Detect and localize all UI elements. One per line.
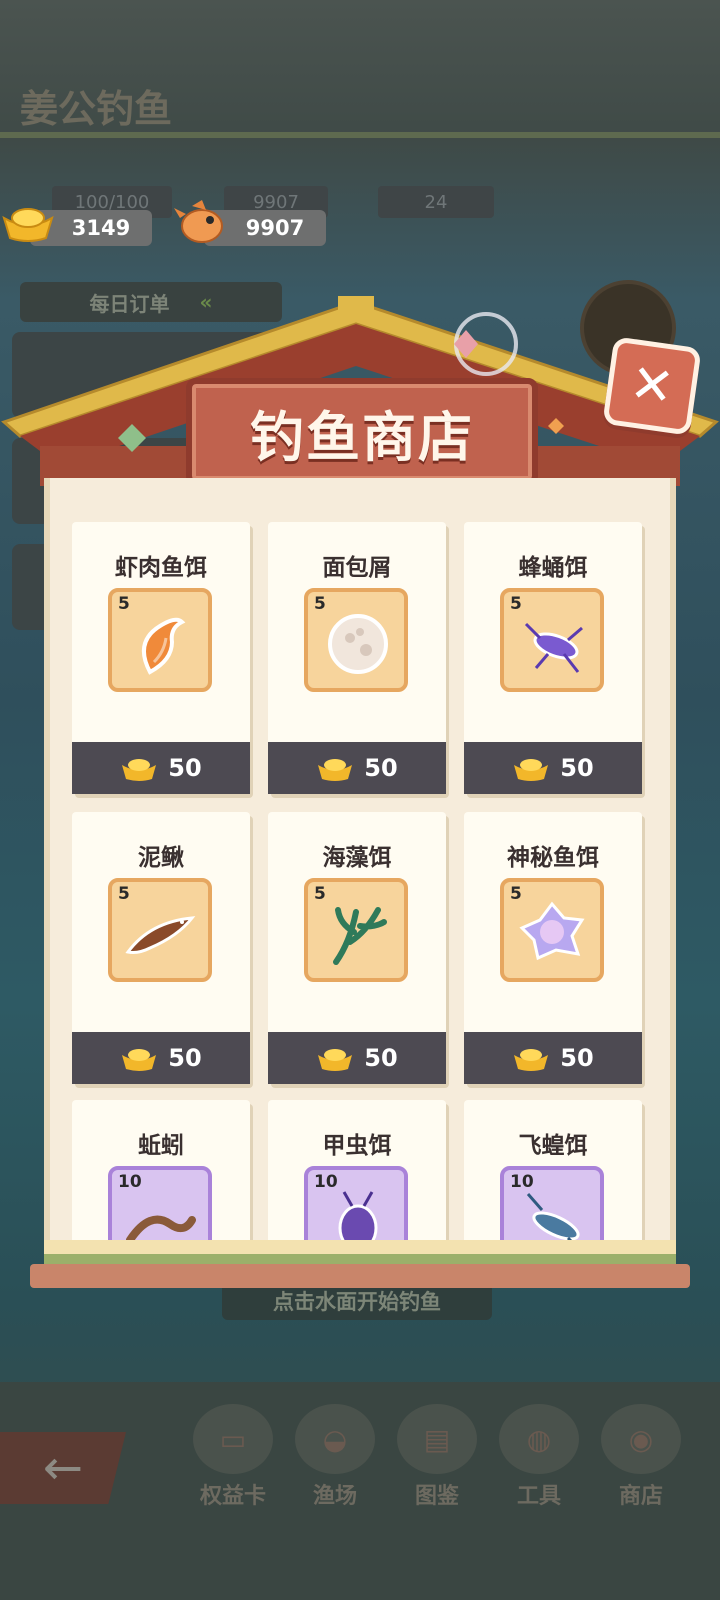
shop-item[interactable]: 泥鳅 5 50	[72, 812, 250, 1084]
title-divider	[0, 132, 720, 138]
item-tile: 5	[304, 588, 408, 692]
shop-item-grid[interactable]: 虾肉鱼饵 5 50 面包屑 5 50 蜂蛹饵 5 50 泥鳅 5 50 海藻饵 …	[44, 478, 676, 1248]
item-tile: 5	[108, 588, 212, 692]
pond-icon: ◒	[295, 1404, 375, 1474]
item-price-bar[interactable]: 50	[72, 742, 250, 794]
worm-icon	[126, 1215, 196, 1244]
shrimp-icon	[141, 617, 186, 675]
item-tile: 5	[304, 878, 408, 982]
item-tile: 5	[500, 878, 604, 982]
bee-pupa-icon	[524, 622, 583, 673]
beetle-icon	[338, 1191, 378, 1248]
nav-rights-card[interactable]: ▭ 权益卡	[188, 1404, 278, 1514]
shop-panel-base	[30, 1240, 690, 1288]
basket-icon: ◍	[499, 1404, 579, 1474]
back-button[interactable]: ←	[0, 1432, 126, 1504]
shop-item[interactable]: 蜂蛹饵 5 50	[464, 522, 642, 794]
shop-item[interactable]: 蚯蚓 10	[72, 1100, 250, 1248]
nav-fishing-ground[interactable]: ◒ 渔场	[290, 1404, 380, 1514]
shop-item[interactable]: 海藻饵 5 50	[268, 812, 446, 1084]
item-price-bar[interactable]: 50	[464, 742, 642, 794]
gold-ingot-icon	[122, 759, 157, 781]
gold-ingot-icon	[514, 1049, 549, 1071]
nav-collection[interactable]: ▤ 图鉴	[392, 1404, 482, 1514]
shop-item[interactable]: 飞蝗饵 10	[464, 1100, 642, 1248]
game-title: 姜公钓鱼	[20, 87, 173, 131]
gold-ingot-icon	[318, 759, 353, 781]
book-icon: ▤	[397, 1404, 477, 1474]
mystery-bait-icon	[519, 901, 585, 961]
locust-icon	[526, 1193, 581, 1248]
item-tile: 5	[500, 588, 604, 692]
shop-item[interactable]: 虾肉鱼饵 5 50	[72, 522, 250, 794]
shop-item[interactable]: 神秘鱼饵 5 50	[464, 812, 642, 1084]
item-tile: 5	[108, 878, 212, 982]
item-tile: 10	[108, 1166, 212, 1248]
close-icon: ✕	[626, 353, 678, 419]
item-tile: 10	[304, 1166, 408, 1248]
item-price-bar[interactable]: 50	[72, 1032, 250, 1084]
item-tile: 10	[500, 1166, 604, 1248]
seaweed-icon	[333, 907, 387, 965]
gold-ingot-icon	[122, 1049, 157, 1071]
card-icon: ▭	[193, 1404, 273, 1474]
back-arrow-icon: ←	[42, 1440, 84, 1496]
ghost-tool-stat: 24	[378, 186, 494, 218]
shop-title: 钓鱼商店	[250, 405, 474, 469]
nav-shop[interactable]: ◉ 商店	[596, 1404, 686, 1514]
fish-currency-icon	[174, 200, 223, 243]
loach-icon	[125, 916, 196, 954]
item-price-bar[interactable]: 50	[464, 1032, 642, 1084]
shop-title-sign: 钓鱼商店	[186, 378, 538, 486]
close-button[interactable]: ✕	[602, 336, 702, 436]
gold-ingot-icon	[514, 759, 549, 781]
item-price-bar[interactable]: 50	[268, 1032, 446, 1084]
gold-ingot-icon	[318, 1049, 353, 1071]
nav-tools[interactable]: ◍ 工具	[494, 1404, 584, 1514]
shop-item[interactable]: 面包屑 5 50	[268, 522, 446, 794]
shop-item[interactable]: 甲虫饵 10	[268, 1100, 446, 1248]
item-price-bar[interactable]: 50	[268, 742, 446, 794]
gold-ingot-icon	[2, 208, 54, 242]
shop-icon: ◉	[601, 1404, 681, 1474]
bread-crumb-icon	[328, 614, 388, 674]
